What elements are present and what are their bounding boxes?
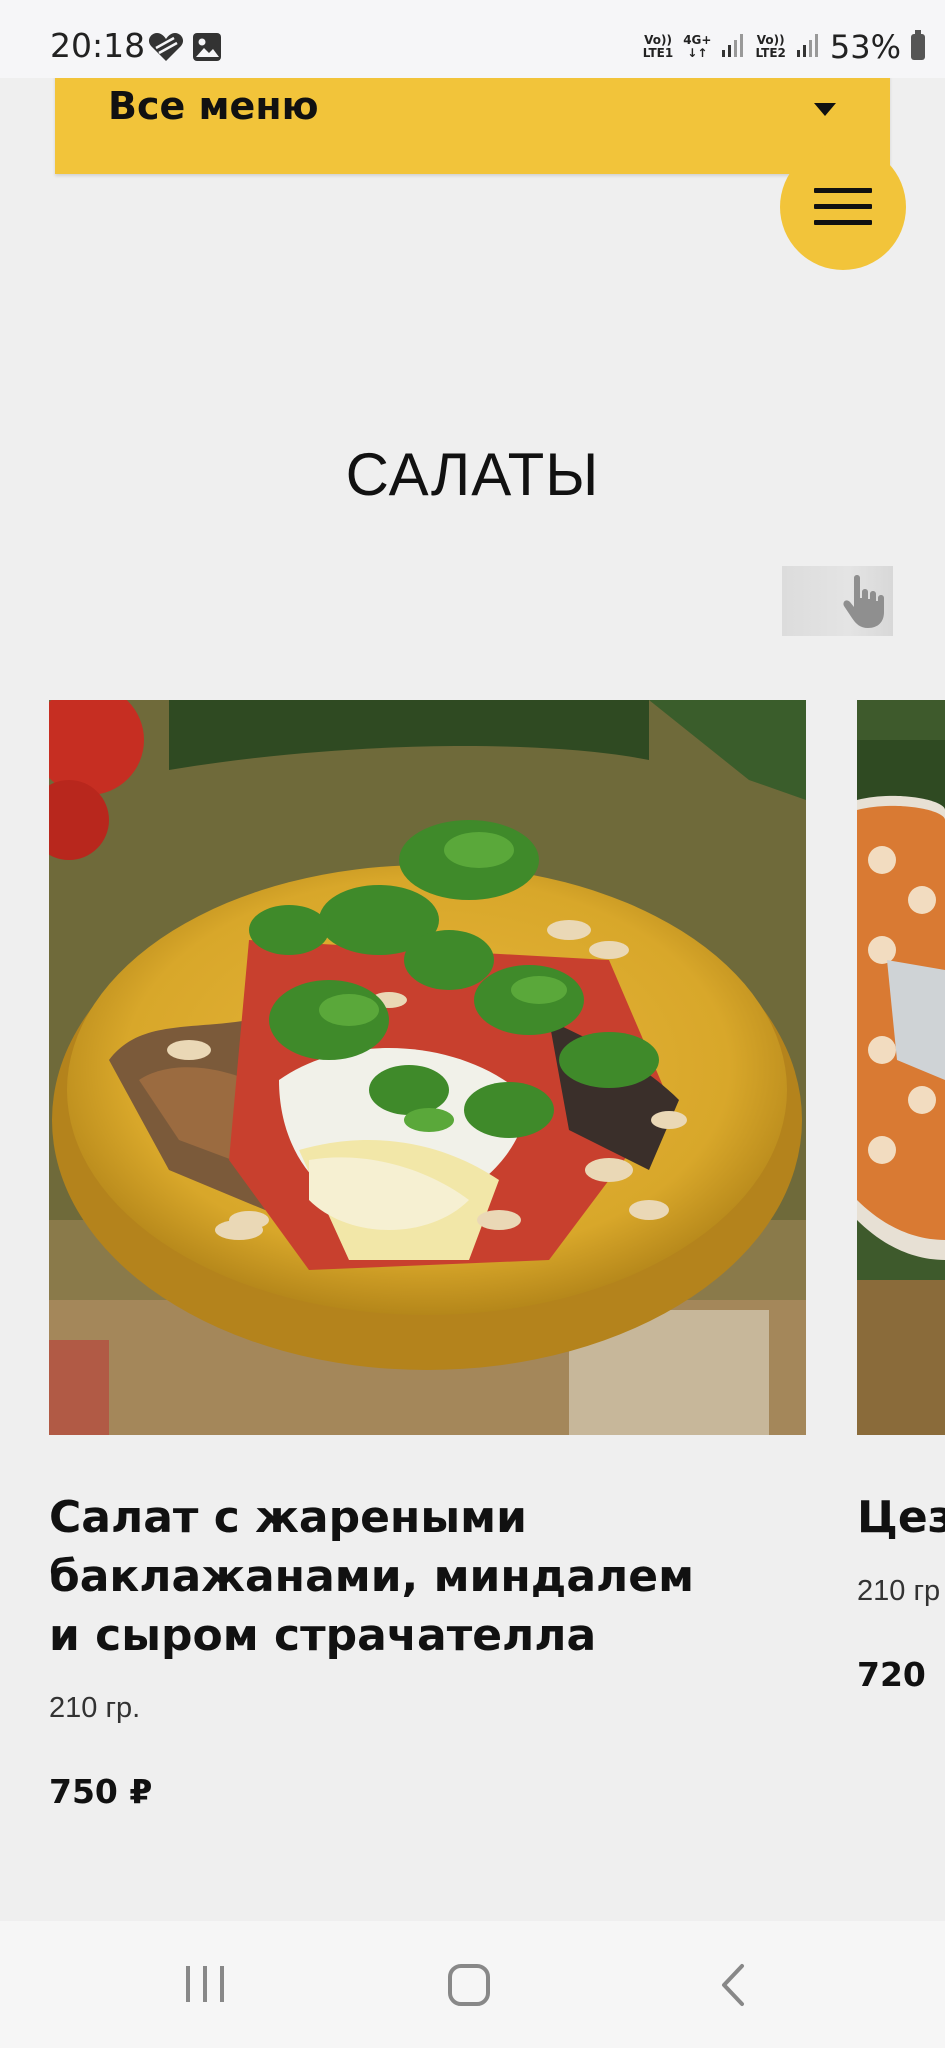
signal-strength-icon bbox=[796, 32, 820, 62]
network-type-label: 4G+ ↓↑ bbox=[683, 33, 712, 60]
product-weight: 210 гр bbox=[857, 1575, 941, 1607]
home-icon[interactable] bbox=[447, 1963, 491, 2011]
sim2-volte-label: Vo)) LTE2 bbox=[755, 33, 786, 60]
product-image[interactable] bbox=[49, 700, 806, 1435]
product-card[interactable]: Салат с жареными баклажанами, миндалем и… bbox=[49, 700, 806, 1811]
recent-apps-icon[interactable] bbox=[184, 1964, 226, 2008]
hamburger-menu-icon bbox=[814, 188, 872, 193]
status-indicators: Vo)) LTE1 4G+ ↓↑ Vo)) LTE2 53% bbox=[643, 28, 925, 66]
product-name[interactable]: Салат с жареными баклажанами, миндалем и… bbox=[49, 1488, 806, 1665]
signal-strength-icon bbox=[721, 32, 745, 62]
status-notification-icons bbox=[148, 32, 222, 66]
all-menu-dropdown-label: Все меню bbox=[108, 84, 319, 128]
swipe-hint bbox=[782, 566, 893, 636]
product-price: 720 bbox=[857, 1655, 926, 1694]
product-name[interactable]: Цез bbox=[857, 1488, 945, 1547]
back-icon[interactable] bbox=[718, 1963, 748, 2011]
product-image[interactable] bbox=[857, 700, 945, 1435]
product-weight: 210 гр. bbox=[49, 1692, 141, 1724]
status-bar: 20:18 Vo)) LTE1 4G+ ↓↑ Vo)) LTE2 53% bbox=[0, 0, 945, 78]
caret-down-icon bbox=[814, 103, 836, 116]
battery-icon bbox=[911, 30, 925, 60]
system-nav-bar bbox=[0, 1921, 945, 2048]
sim1-volte-label: Vo)) LTE1 bbox=[642, 33, 674, 60]
product-price: 750 ₽ bbox=[49, 1772, 153, 1811]
product-card[interactable]: Цез 210 гр 720 bbox=[857, 700, 945, 1800]
hamburger-menu-button[interactable] bbox=[780, 144, 906, 270]
section-title: САЛАТЫ bbox=[345, 441, 600, 509]
status-time: 20:18 bbox=[50, 26, 146, 65]
gallery-icon bbox=[192, 32, 222, 66]
battery-percent: 53% bbox=[829, 28, 901, 66]
all-menu-dropdown[interactable]: Все меню bbox=[55, 70, 890, 174]
swipe-hand-icon bbox=[840, 572, 890, 634]
heart-badge-icon bbox=[148, 32, 184, 66]
